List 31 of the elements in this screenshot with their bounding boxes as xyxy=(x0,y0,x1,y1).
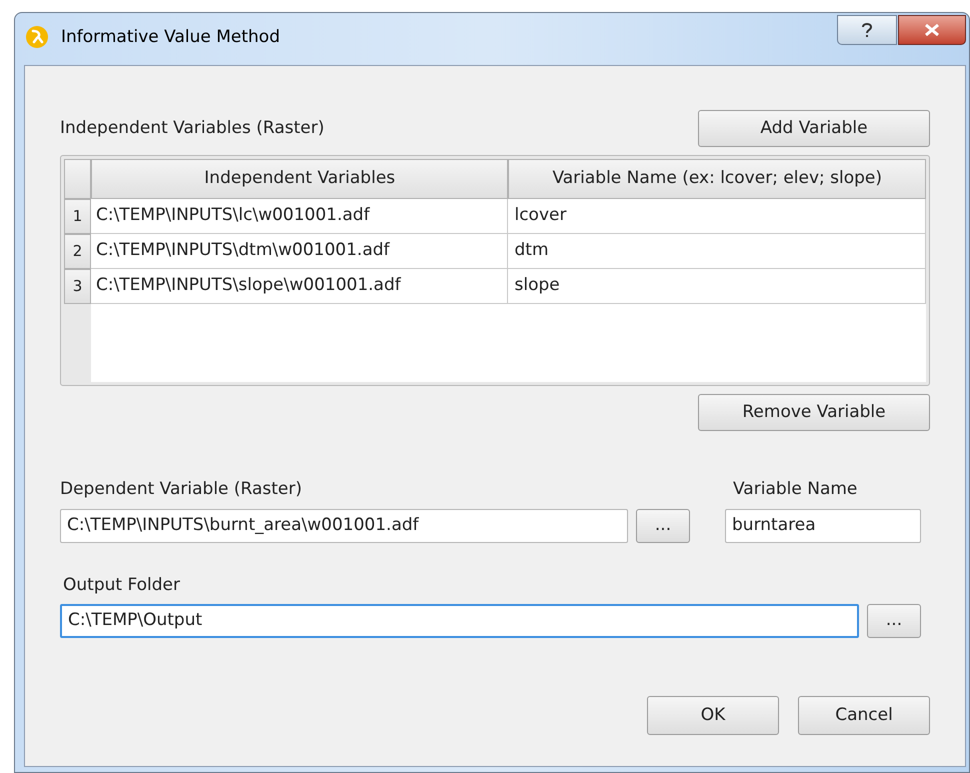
table-cell: slope xyxy=(508,269,926,304)
row-number: 3 xyxy=(64,269,91,304)
table-cell: C:\TEMP\INPUTS\slope\w001001.adf xyxy=(90,269,508,304)
close-icon xyxy=(924,24,940,36)
corner-header xyxy=(64,159,91,199)
browse-button[interactable]: ... xyxy=(867,604,921,638)
column-header: Variable Name (ex: lcover; elev; slope) xyxy=(508,159,926,199)
dependent-variable-field[interactable]: C:\TEMP\INPUTS\burnt_area\w001001.adf xyxy=(60,508,628,542)
field-label: Dependent Variable (Raster) xyxy=(60,478,303,501)
section-label: Independent Variables (Raster) xyxy=(60,116,324,140)
output-folder-field[interactable]: C:\TEMP\Output xyxy=(60,604,859,638)
column-header: Independent Variables xyxy=(90,159,508,199)
table-cell: C:\TEMP\INPUTS\dtm\w001001.adf xyxy=(90,234,508,269)
browse-button[interactable]: ... xyxy=(636,508,690,542)
table-cell: lcover xyxy=(508,199,926,234)
field-label: Output Folder xyxy=(63,574,181,596)
ok-button[interactable]: OK xyxy=(647,696,779,735)
table-cell: dtm xyxy=(508,234,926,269)
row-number: 2 xyxy=(64,234,91,269)
app-logo-icon xyxy=(25,25,49,49)
variable-name-field[interactable]: burntarea xyxy=(725,508,921,542)
add-variable-button[interactable]: Add Variable xyxy=(698,110,930,147)
help-button[interactable] xyxy=(837,15,897,45)
field-label: Variable Name xyxy=(733,478,858,501)
remove-variable-button[interactable]: Remove Variable xyxy=(698,394,930,431)
window-title: Informative Value Method xyxy=(61,26,280,49)
table-cell: C:\TEMP\INPUTS\lc\w001001.adf xyxy=(90,199,508,234)
close-button[interactable] xyxy=(898,15,966,45)
cancel-button[interactable]: Cancel xyxy=(798,696,930,735)
help-icon xyxy=(861,22,873,38)
row-number: 1 xyxy=(64,199,91,234)
